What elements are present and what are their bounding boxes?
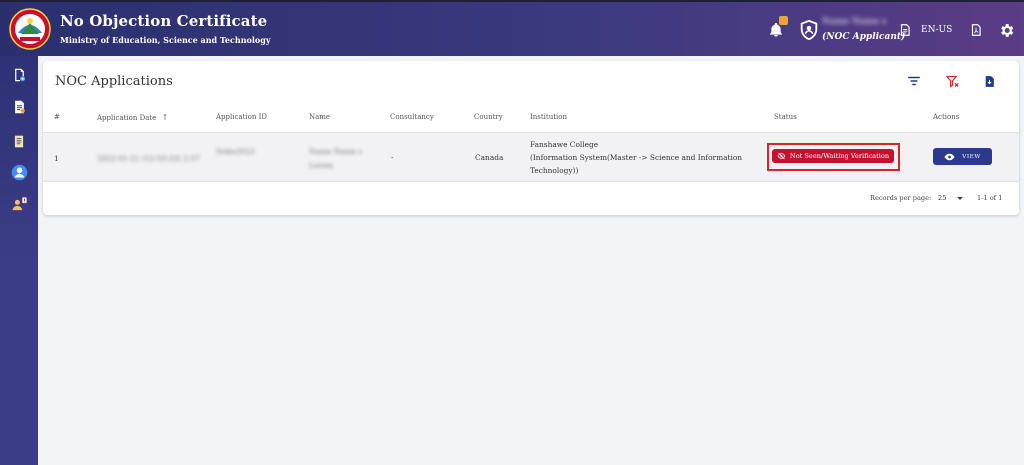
pagination-range: 1-1 of 1: [977, 194, 1003, 202]
column-header-application-date[interactable]: Application Date ↑: [97, 113, 168, 122]
view-button[interactable]: VIEW: [933, 148, 992, 165]
document-list-icon[interactable]: [9, 131, 29, 151]
records-per-page-label: Records per page:: [870, 194, 932, 202]
noc-applications-card: NOC Applications # Application Date ↑ Ap…: [43, 61, 1019, 215]
row-institution-line3: Technology)): [530, 166, 579, 175]
chevron-down-icon: [957, 197, 963, 200]
top-app-bar: No Objection Certificate Ministry of Edu…: [0, 0, 1024, 56]
row-name-line2: Lorem: [309, 161, 334, 170]
column-header-actions: Actions: [933, 113, 960, 121]
sort-arrow-up-icon[interactable]: ↑: [162, 113, 169, 122]
row-institution-line1: Fanshawe College: [530, 140, 599, 149]
status-badge: Not Seen/Waiting Verification: [772, 149, 894, 163]
app-title: No Objection Certificate: [60, 12, 268, 30]
user-circle-icon[interactable]: [9, 162, 29, 182]
row-institution-line2: (Information System(Master -> Science an…: [530, 153, 743, 162]
column-header-institution: Institution: [530, 113, 568, 121]
column-header-country: Country: [474, 113, 503, 121]
app-subtitle: Ministry of Education, Science and Techn…: [60, 35, 271, 45]
row-name-line1: Name Name s: [309, 147, 363, 156]
notification-badge: [779, 16, 788, 25]
sidebar: [0, 56, 38, 465]
column-header-label: Application Date: [97, 114, 157, 122]
user-shield-icon[interactable]: [797, 18, 821, 42]
row-consultancy: -: [391, 153, 394, 162]
clear-filter-icon[interactable]: [944, 73, 960, 89]
row-country: Canada: [475, 153, 504, 162]
document-add-icon[interactable]: [9, 65, 29, 85]
user-role: (NOC Applicant): [822, 32, 906, 42]
column-header-status: Status: [774, 113, 797, 121]
column-header-application-id: Application ID: [216, 113, 267, 121]
pdf-icon[interactable]: [966, 20, 986, 40]
records-per-page-value: 25: [938, 194, 947, 202]
view-button-label: VIEW: [962, 153, 981, 160]
status-text: Not Seen/Waiting Verification: [789, 152, 890, 160]
row-index: 1: [54, 154, 59, 163]
filter-icon[interactable]: [906, 73, 922, 89]
column-header-index: #: [54, 113, 60, 121]
user-name[interactable]: Name Name s: [822, 17, 887, 27]
language-selector[interactable]: EN-US: [921, 25, 952, 35]
document-icon[interactable]: [895, 20, 915, 40]
users-alert-icon[interactable]: [9, 194, 29, 214]
document-edit-icon[interactable]: [9, 97, 29, 117]
export-icon[interactable]: [981, 73, 997, 89]
gear-icon[interactable]: [996, 20, 1016, 40]
page-title: NOC Applications: [55, 74, 173, 89]
nepal-emblem-logo: [9, 8, 51, 50]
row-application-date: 2022-01-21 (12:50:33) 2:57: [97, 154, 200, 163]
row-application-id: Nobo2022: [216, 147, 255, 156]
eye-off-icon: [777, 152, 786, 160]
eye-icon: [944, 153, 955, 160]
column-header-consultancy: Consultancy: [390, 113, 434, 121]
records-per-page-select[interactable]: 25: [938, 194, 966, 202]
column-header-name: Name: [309, 113, 331, 121]
